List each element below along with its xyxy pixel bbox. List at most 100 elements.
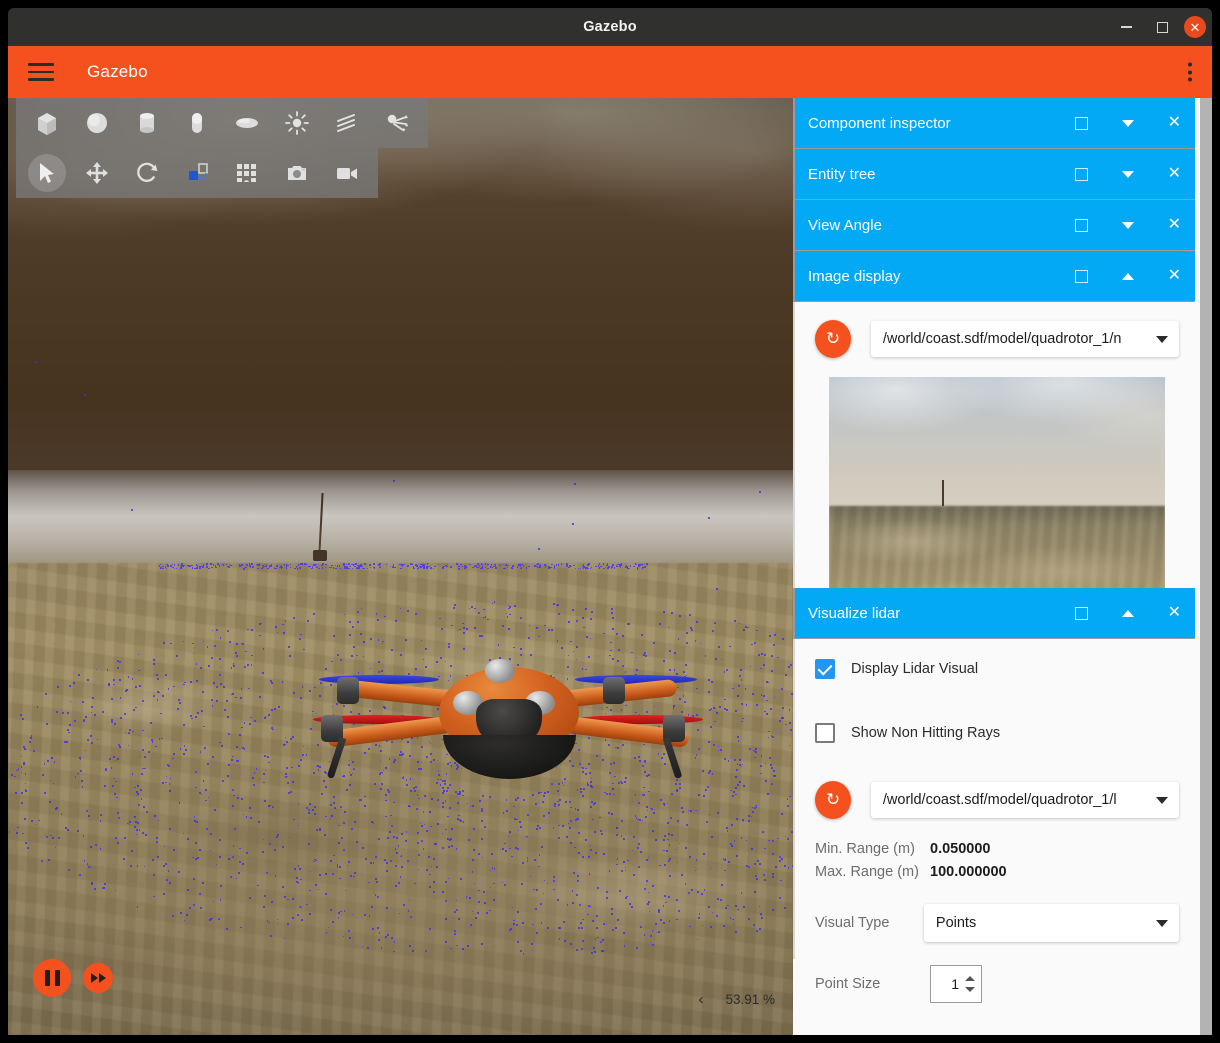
display-lidar-visual-checkbox[interactable] [815, 659, 835, 679]
min-range-label: Min. Range (m) [815, 841, 930, 857]
minimize-button[interactable] [1112, 13, 1140, 41]
image-topic-value: /world/coast.sdf/model/quadrotor_1/n [883, 331, 1122, 347]
max-range-label: Max. Range (m) [815, 864, 930, 880]
chevron-down-icon[interactable] [1122, 171, 1134, 178]
min-range-row: Min. Range (m) 0.050000 [815, 841, 1179, 857]
dock-square-icon[interactable] [1075, 219, 1088, 232]
refresh-icon[interactable]: ↻ [815, 320, 851, 358]
screenshot-camera-icon[interactable] [272, 148, 322, 198]
stepper-arrows [965, 976, 981, 992]
panel-title: Image display [808, 268, 901, 285]
close-icon[interactable]: ✕ [1168, 605, 1181, 621]
image-topic-select[interactable]: /world/coast.sdf/model/quadrotor_1/n [871, 321, 1179, 357]
dock-scrollbar-thumb[interactable] [1200, 98, 1212, 1035]
close-icon[interactable]: ✕ [1168, 217, 1181, 233]
simulation-controls [33, 959, 113, 997]
spot-light-icon[interactable] [372, 98, 422, 148]
video-record-icon[interactable] [322, 148, 372, 198]
box-shape-icon[interactable] [22, 98, 72, 148]
translate-tool-icon[interactable] [72, 148, 122, 198]
close-icon[interactable]: ✕ [1168, 115, 1181, 131]
point-light-icon[interactable] [272, 98, 322, 148]
pause-button[interactable] [33, 959, 71, 997]
app-title: Gazebo [87, 62, 148, 82]
max-range-value: 100.000000 [930, 864, 1007, 880]
capsule-shape-icon[interactable] [172, 98, 222, 148]
minimize-icon [1121, 26, 1132, 28]
panel-header-component-inspector[interactable]: Component inspector ✕ [793, 98, 1195, 149]
dock-square-icon[interactable] [1075, 168, 1088, 181]
tool-toolbar [16, 148, 378, 198]
pause-icon [45, 970, 60, 986]
sphere-shape-icon[interactable] [72, 98, 122, 148]
transform-control-icon[interactable] [172, 148, 222, 198]
dock-square-icon[interactable] [1075, 270, 1088, 283]
refresh-icon[interactable]: ↻ [815, 781, 851, 819]
directional-light-icon[interactable] [322, 98, 372, 148]
main-area: ‹ 53.91 % Component inspector ✕ Entity t… [8, 98, 1212, 1035]
select-tool-icon[interactable] [22, 148, 72, 198]
chevron-down-icon [1156, 920, 1168, 927]
close-icon[interactable]: ✕ [1168, 166, 1181, 182]
app-bar: Gazebo [8, 46, 1212, 98]
realtime-factor-display: ‹ 53.91 % [698, 991, 775, 1008]
panel-title: View Angle [808, 217, 882, 234]
image-display-body: ↻ /world/coast.sdf/model/quadrotor_1/n [793, 302, 1195, 588]
visualize-lidar-body: Display Lidar Visual Show Non Hitting Ra… [793, 639, 1195, 959]
chevron-up-icon[interactable] [1122, 610, 1134, 617]
panel-actions: ✕ [1075, 166, 1181, 182]
chevron-down-icon [1156, 336, 1168, 343]
stepper-down-icon[interactable] [965, 987, 975, 992]
panel-header-entity-tree[interactable]: Entity tree ✕ [793, 149, 1195, 200]
maximize-button[interactable] [1148, 13, 1176, 41]
point-size-label: Point Size [815, 976, 930, 992]
close-button[interactable]: ✕ [1184, 16, 1206, 38]
rotate-tool-icon[interactable] [122, 148, 172, 198]
kebab-menu-icon[interactable] [1188, 63, 1192, 82]
panel-actions: ✕ [1075, 115, 1181, 131]
lidar-topic-value: /world/coast.sdf/model/quadrotor_1/l [883, 792, 1117, 808]
show-non-hitting-rays-checkbox[interactable] [815, 723, 835, 743]
snap-grid-icon[interactable] [222, 148, 272, 198]
dock-square-icon[interactable] [1075, 117, 1088, 130]
show-non-hitting-rays-row: Show Non Hitting Rays [815, 723, 1179, 743]
horizon-band [8, 470, 793, 566]
panel-header-visualize-lidar[interactable]: Visualize lidar ✕ [793, 588, 1195, 639]
close-icon: ✕ [1190, 21, 1201, 34]
prev-chevron-icon[interactable]: ‹ [698, 991, 703, 1008]
panel-actions: ✕ [1075, 268, 1181, 284]
panel-header-view-angle[interactable]: View Angle ✕ [793, 200, 1195, 251]
ellipsoid-shape-icon[interactable] [222, 98, 272, 148]
stepper-up-icon[interactable] [965, 976, 975, 981]
step-button[interactable] [83, 963, 113, 993]
chevron-down-icon[interactable] [1122, 120, 1134, 127]
dock-panels: Component inspector ✕ Entity tree ✕ View… [793, 98, 1195, 1035]
chevron-up-icon[interactable] [1122, 273, 1134, 280]
window-titlebar: Gazebo ✕ [8, 8, 1212, 46]
preview-sky [829, 377, 1165, 506]
panel-title: Visualize lidar [808, 605, 900, 622]
render-viewport[interactable]: ‹ 53.91 % [8, 98, 793, 1035]
chevron-down-icon [1156, 797, 1168, 804]
cylinder-shape-icon[interactable] [122, 98, 172, 148]
visual-type-value: Points [936, 915, 976, 931]
right-dock: Component inspector ✕ Entity tree ✕ View… [793, 98, 1212, 1035]
shape-toolbar [16, 98, 428, 148]
dock-scrollbar[interactable] [1200, 98, 1212, 1035]
point-size-value: 1 [931, 976, 965, 992]
chevron-down-icon[interactable] [1122, 222, 1134, 229]
lidar-topic-select[interactable]: /world/coast.sdf/model/quadrotor_1/l [871, 782, 1179, 818]
realtime-factor-value: 53.91 % [725, 992, 775, 1007]
point-size-stepper[interactable]: 1 [930, 965, 982, 1003]
panel-actions: ✕ [1075, 605, 1181, 621]
panel-header-image-display[interactable]: Image display ✕ [793, 251, 1195, 302]
quadrotor-model[interactable] [313, 653, 703, 788]
dock-square-icon[interactable] [1075, 607, 1088, 620]
preview-mast [942, 480, 944, 506]
visual-type-select[interactable]: Points [924, 904, 1179, 942]
close-icon[interactable]: ✕ [1168, 268, 1181, 284]
hamburger-icon[interactable] [28, 63, 54, 81]
window-title: Gazebo [583, 19, 637, 35]
visual-type-label: Visual Type [815, 915, 924, 931]
min-range-value: 0.050000 [930, 841, 990, 857]
